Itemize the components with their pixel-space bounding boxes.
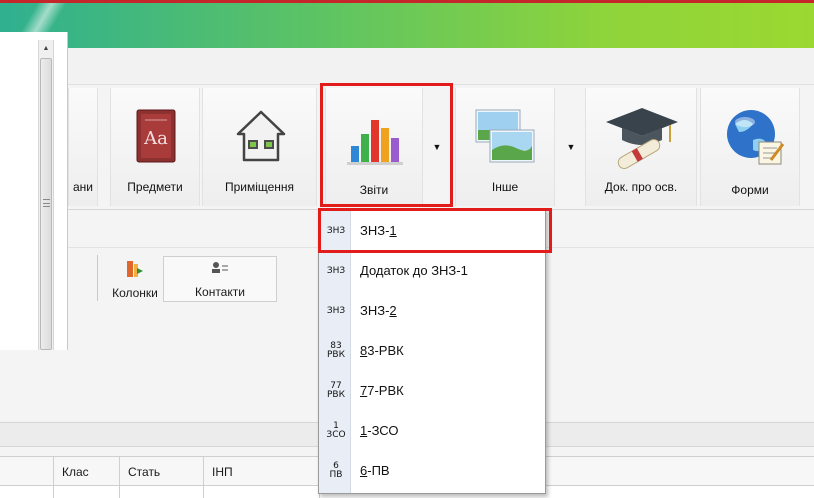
house-icon bbox=[236, 108, 286, 167]
menu-item-label: 83-РВК bbox=[360, 343, 404, 358]
scroll-grip-icon bbox=[43, 199, 50, 207]
other-button[interactable]: Інше bbox=[455, 88, 555, 206]
menu-item-label: ЗНЗ-2 bbox=[360, 303, 397, 318]
znz-report-icon: ЗНЗ bbox=[326, 305, 346, 316]
grid-cell bbox=[120, 486, 204, 498]
forms-label: Форми bbox=[731, 183, 769, 197]
graduation-cap-icon bbox=[604, 104, 680, 173]
grid-cell bbox=[204, 486, 320, 498]
columns-label: Колонки bbox=[112, 286, 158, 300]
menu-item-6-pv[interactable]: 6 ПВ 6-ПВ bbox=[319, 452, 545, 490]
banner-accent-line bbox=[0, 0, 814, 3]
columns-icon bbox=[126, 260, 144, 281]
znz-1-item-highlight bbox=[318, 208, 552, 253]
menu-item-77-rvk[interactable]: 77 РВК 77-РВК bbox=[319, 372, 545, 410]
scroll-up-arrow-icon[interactable]: ▲ bbox=[39, 40, 53, 56]
rooms-label: Приміщення bbox=[224, 180, 295, 194]
znz-report-icon: ЗНЗ bbox=[326, 265, 346, 276]
grid-cell bbox=[0, 486, 54, 498]
rvk-report-icon: 77 РВК bbox=[327, 381, 345, 400]
ribbon-button-partial[interactable]: ани bbox=[68, 88, 98, 206]
pictures-icon bbox=[474, 106, 538, 169]
menu-item-label: 6-ПВ bbox=[360, 463, 390, 478]
app-banner bbox=[0, 0, 814, 48]
zso-report-icon: 1 ЗСО bbox=[326, 421, 346, 440]
education-docs-label: Док. про осв. bbox=[604, 180, 678, 194]
menu-item-znz-1-appendix[interactable]: ЗНЗ Додаток до ЗНЗ-1 bbox=[319, 252, 545, 290]
grid-col-class[interactable]: Клас bbox=[54, 457, 120, 487]
contacts-label: Контакти bbox=[195, 285, 245, 299]
subjects-book-text: Aa bbox=[144, 128, 168, 149]
grid-col-gender[interactable]: Стать bbox=[120, 457, 204, 487]
contacts-icon bbox=[211, 261, 229, 278]
columns-button[interactable]: Колонки bbox=[108, 256, 162, 302]
menu-item-83-rvk[interactable]: 83 РВК 83-РВК bbox=[319, 332, 545, 370]
grid-col-inp[interactable]: ІНП bbox=[204, 457, 320, 487]
reports-button-highlight bbox=[320, 83, 453, 207]
grid-cell bbox=[54, 486, 120, 498]
ribbon-partial-label: ани bbox=[72, 180, 93, 194]
pv-report-icon: 6 ПВ bbox=[329, 461, 343, 480]
grid-col-blank bbox=[0, 457, 54, 487]
rvk-report-icon: 83 РВК bbox=[327, 341, 345, 360]
scroll-thumb[interactable] bbox=[40, 58, 52, 350]
left-scrollbar[interactable]: ▲ bbox=[38, 40, 54, 350]
menu-item-label: 77-РВК bbox=[360, 383, 404, 398]
education-docs-button[interactable]: Док. про осв. bbox=[585, 88, 697, 206]
menu-item-1-zso[interactable]: 1 ЗСО 1-ЗСО bbox=[319, 412, 545, 450]
menu-item-label: Додаток до ЗНЗ-1 bbox=[360, 263, 468, 278]
rooms-button[interactable]: Приміщення bbox=[202, 88, 317, 206]
subjects-label: Предмети bbox=[127, 180, 183, 194]
forms-button[interactable]: Форми bbox=[700, 88, 800, 206]
other-dropdown-arrow-icon[interactable]: ▼ bbox=[561, 88, 581, 206]
globe-form-icon bbox=[721, 106, 787, 171]
toolbar-separator bbox=[97, 255, 98, 301]
menu-item-znz-2[interactable]: ЗНЗ ЗНЗ-2 bbox=[319, 292, 545, 330]
subjects-button[interactable]: Aa Предмети bbox=[110, 88, 200, 206]
other-label: Інше bbox=[491, 180, 519, 194]
subjects-book-icon: Aa bbox=[135, 108, 177, 167]
menu-strip bbox=[68, 48, 814, 85]
contacts-button[interactable]: Контакти bbox=[163, 256, 277, 302]
menu-item-label: 1-ЗСО bbox=[360, 423, 399, 438]
left-panel bbox=[0, 32, 68, 350]
